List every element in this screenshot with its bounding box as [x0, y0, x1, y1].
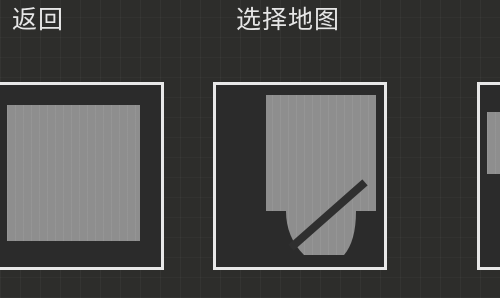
map-preview-room: [266, 95, 376, 255]
page-title: 选择地图: [236, 5, 341, 34]
map-card-2[interactable]: [213, 82, 387, 270]
map-card-3[interactable]: [477, 82, 500, 270]
map-select-screen: 返回 选择地图: [0, 0, 500, 298]
map-room-shape: [266, 95, 376, 255]
map-preview-square: [7, 105, 140, 241]
map-preview-partial: [487, 112, 500, 174]
map-card-1[interactable]: [0, 82, 164, 270]
back-button[interactable]: 返回: [12, 3, 64, 37]
